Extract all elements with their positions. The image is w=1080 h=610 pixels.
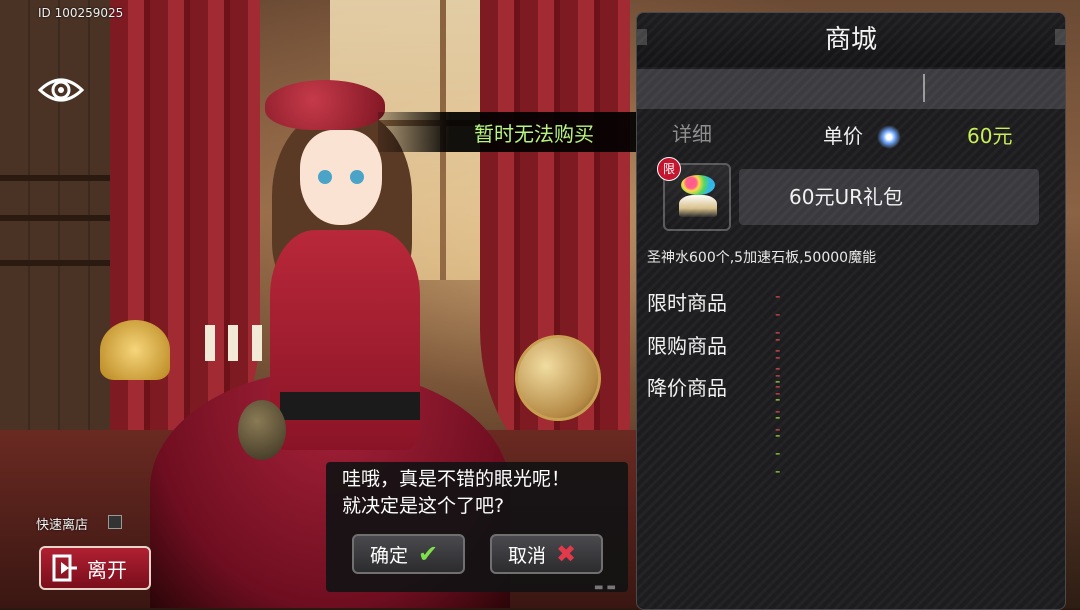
item-name: 60元UR礼包: [739, 169, 1039, 225]
feature-status: --- ---: [775, 372, 782, 480]
eye-icon[interactable]: [37, 74, 85, 106]
gift-box-icon: [679, 175, 717, 219]
leave-button[interactable]: 离开: [39, 546, 151, 590]
shopkeeper-face: [300, 130, 382, 225]
x-icon: ✖: [556, 540, 577, 568]
item-description: 圣神水600个,5加速石板,50000魔能: [647, 250, 877, 266]
feature-label: 限购商品: [647, 334, 727, 358]
globe: [515, 335, 601, 421]
door-exit-icon: [52, 554, 77, 582]
selected-item[interactable]: 限 60元UR礼包: [657, 157, 1047, 231]
shelf: [0, 215, 120, 221]
shop-tab-bar[interactable]: [637, 69, 1065, 109]
candle: [228, 325, 238, 361]
sparkle-icon: [877, 125, 901, 149]
dialog-continue-indicator: ▬▬: [594, 582, 619, 593]
title-notch: [637, 29, 647, 45]
confirm-button[interactable]: 确定 ✔: [352, 534, 465, 574]
shop-panel: 商城 详细 单价 60元 限 60元UR礼包 圣神水600个,5加速石板,500…: [636, 12, 1066, 610]
limited-badge: 限: [657, 157, 681, 181]
player-id: ID 100259025: [38, 6, 124, 20]
confirm-purchase-dialog: 哇哦，真是不错的眼光呢！ 就决定是这个了吧? 确定 ✔ 取消 ✖ ▬▬: [326, 462, 628, 593]
title-notch: [1055, 29, 1065, 45]
feature-label: 降价商品: [647, 376, 727, 400]
shopkeeper-eye: [350, 170, 364, 184]
shop-title: 商城: [637, 13, 1065, 67]
check-icon: ✔: [418, 540, 439, 568]
unit-price-value: 60元: [967, 124, 1013, 148]
confirm-label: 确定: [370, 544, 409, 567]
tab-detail[interactable]: 详细: [672, 118, 712, 147]
cancel-button[interactable]: 取消 ✖: [490, 534, 603, 574]
quick-leave-checkbox[interactable]: [108, 515, 122, 529]
shopkeeper-hat: [265, 80, 385, 130]
feature-limited-purchase: 限购商品 --- ---: [647, 330, 780, 438]
shopkeeper-eye: [318, 170, 332, 184]
quick-leave-label: 快速离店: [36, 518, 89, 533]
candle: [205, 325, 215, 361]
unit-price-label: 单价: [823, 124, 863, 148]
golden-lamp: [100, 320, 170, 380]
shopkeeper-belt: [280, 392, 420, 420]
leave-label: 离开: [87, 557, 127, 582]
item-icon-frame[interactable]: 限: [657, 157, 731, 231]
shelf: [0, 260, 120, 266]
feature-discount: 降价商品 --- ---: [647, 372, 780, 480]
candle: [252, 325, 262, 361]
toast-message: 暂时无法购买: [474, 121, 594, 146]
feature-limited-time: 限时商品 --- ---: [647, 287, 780, 395]
feature-label: 限时商品: [647, 291, 727, 315]
cancel-label: 取消: [508, 544, 547, 567]
dialog-message: 哇哦，真是不错的眼光呢！ 就决定是这个了吧?: [342, 468, 571, 517]
goblin-companion: [238, 400, 286, 460]
tab-divider: [923, 74, 925, 102]
shelf: [0, 175, 120, 181]
